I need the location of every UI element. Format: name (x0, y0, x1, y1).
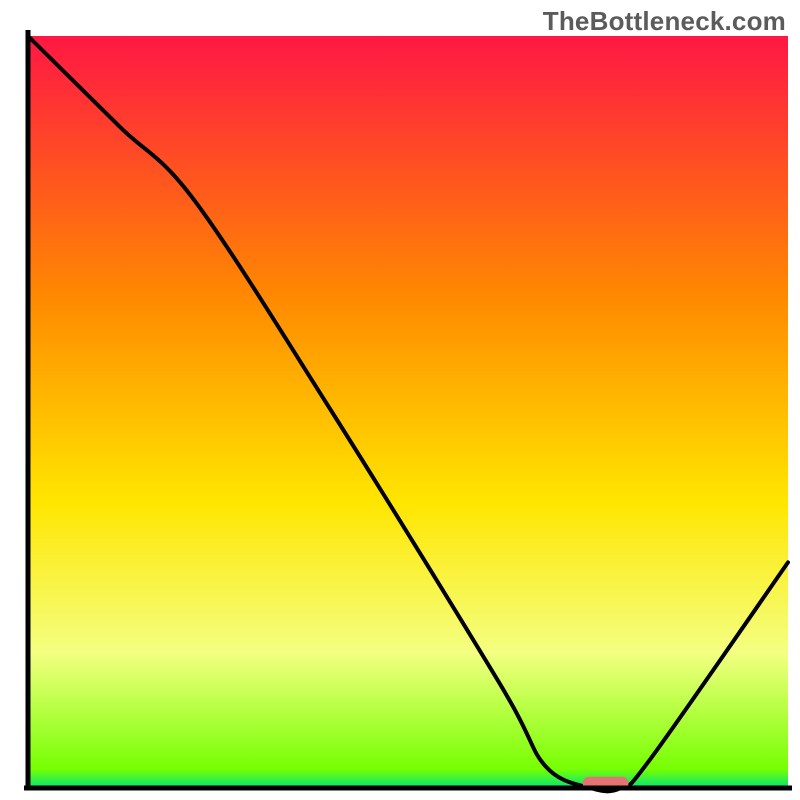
plot-area (28, 36, 788, 791)
bottleneck-chart (0, 0, 800, 800)
chart-frame: TheBottleneck.com (0, 0, 800, 800)
watermark-text: TheBottleneck.com (543, 6, 786, 37)
